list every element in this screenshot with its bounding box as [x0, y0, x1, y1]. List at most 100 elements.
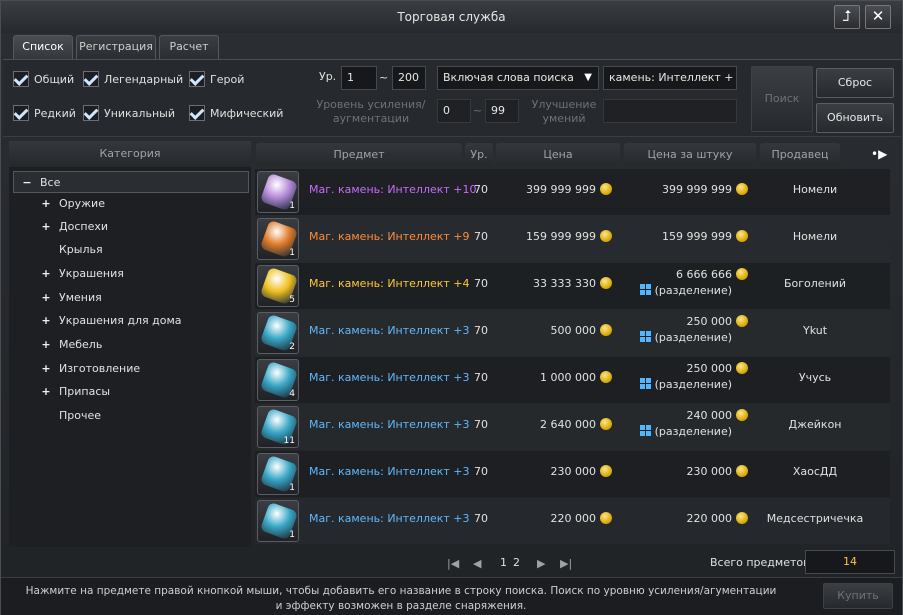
grade-legendary-checkbox[interactable]: Легендарный: [83, 71, 183, 87]
seller-name: Медсестричечка: [766, 512, 864, 525]
grade-label: Уникальный: [104, 106, 175, 120]
grade-hero-checkbox[interactable]: Герой: [189, 71, 244, 87]
search-button[interactable]: Поиск: [751, 66, 813, 132]
expand-icon: +: [41, 220, 51, 233]
item-thumbnail[interactable]: 5: [257, 265, 299, 307]
tab-registration[interactable]: Регистрация: [76, 35, 156, 59]
item-thumbnail[interactable]: 1: [257, 500, 299, 542]
table-row[interactable]: 1 Маг. камень: Интеллект +3 70 230 000 230 0…: [255, 451, 890, 497]
unit-price-cell: 250 000 (разделение): [639, 315, 748, 344]
total-items-value: 14: [805, 550, 895, 574]
column-level[interactable]: Ур.: [465, 143, 493, 167]
table-row[interactable]: 5 Маг. камень: Интеллект +4 70 33 333 330 6 …: [255, 263, 890, 309]
gold-coin-icon: [736, 465, 748, 477]
table-row[interactable]: 1 Маг. камень: Интеллект +10 70 399 999 999…: [255, 169, 890, 215]
item-quantity: 2: [289, 342, 295, 352]
level-max-input[interactable]: 200: [392, 66, 426, 90]
table-row[interactable]: 2 Маг. камень: Интеллект +3 70 500 000 250 0…: [255, 310, 890, 356]
column-seller[interactable]: Продавец: [760, 143, 840, 167]
refresh-button[interactable]: Обновить: [816, 103, 894, 133]
tab-list[interactable]: Список: [13, 35, 73, 59]
collapse-icon: −: [22, 176, 32, 189]
gold-coin-icon: [600, 512, 612, 524]
expand-icon: +: [41, 385, 51, 398]
unit-price: 250 000: [640, 362, 748, 375]
page-2[interactable]: 2: [513, 556, 520, 569]
search-mode-select[interactable]: Включая слова поиска ▼: [437, 66, 599, 90]
total-price: 159 999 999: [526, 230, 612, 243]
footer: Нажмите на предмете правой кнопкой мыши,…: [1, 577, 902, 615]
skill-upgrade-label: Улучшение умений: [531, 98, 597, 125]
category-armor[interactable]: + Доспехи: [13, 216, 249, 238]
titlebar: Торговая служба ⮥ ✕: [1, 1, 902, 33]
category-crafting[interactable]: + Изготовление: [13, 358, 249, 380]
grade-mythic-checkbox[interactable]: Мифический: [189, 105, 283, 121]
checkbox-icon: [83, 71, 99, 87]
category-supplies[interactable]: + Припасы: [13, 381, 249, 403]
gold-coin-icon: [736, 183, 748, 195]
page-1[interactable]: 1: [500, 556, 507, 569]
gold-coin-icon: [736, 315, 748, 327]
prev-page-icon[interactable]: ◀: [473, 557, 481, 570]
enhance-max-input[interactable]: 99: [485, 99, 519, 123]
scroll-right-icon[interactable]: •▶: [871, 147, 887, 161]
category-wings[interactable]: Крылья: [13, 239, 249, 261]
item-thumbnail[interactable]: 2: [257, 312, 299, 354]
table-row[interactable]: 1 Маг. камень: Интеллект +3 70 220 000 220 0…: [255, 498, 890, 544]
category-furniture[interactable]: + Мебель: [13, 334, 249, 356]
unit-price-value: 240 000: [686, 409, 733, 422]
split-icon: [639, 331, 651, 342]
seller-name: Боголений: [783, 277, 847, 290]
gold-coin-icon: [736, 409, 748, 421]
split-icon: [639, 378, 651, 389]
unit-price-value: 250 000: [686, 362, 733, 375]
level-min-input[interactable]: 1: [341, 66, 377, 90]
grade-common-checkbox[interactable]: Общий: [13, 71, 74, 87]
grade-label: Мифический: [210, 106, 284, 120]
gold-coin-icon: [600, 418, 612, 430]
price-value: 159 999 999: [526, 230, 596, 243]
reset-button[interactable]: Сброс: [816, 68, 894, 98]
buy-button[interactable]: Купить: [823, 583, 893, 609]
first-page-icon[interactable]: |◀: [447, 557, 459, 570]
item-quantity: 5: [289, 295, 295, 305]
table-row[interactable]: 1 Маг. камень: Интеллект +9 70 159 999 999 1…: [255, 216, 890, 262]
category-weapons[interactable]: + Оружие: [13, 193, 249, 215]
grade-label: Общий: [34, 72, 75, 86]
item-thumbnail[interactable]: 1: [257, 171, 299, 213]
item-thumbnail[interactable]: 4: [257, 359, 299, 401]
skill-upgrade-select[interactable]: [603, 99, 737, 123]
unit-price-value: 159 999 999: [662, 230, 732, 243]
item-thumbnail[interactable]: 1: [257, 218, 299, 260]
item-thumbnail[interactable]: 1: [257, 453, 299, 495]
item-level: 70: [474, 371, 488, 384]
table-row[interactable]: 4 Маг. камень: Интеллект +3 70 1 000 000 250…: [255, 357, 890, 403]
minimize-icon[interactable]: ⮥: [834, 5, 860, 29]
trade-service-window: Торговая служба ⮥ ✕ Список Регистрация Р…: [0, 0, 903, 615]
category-home-decor[interactable]: + Украшения для дома: [13, 310, 249, 332]
category-all[interactable]: − Все: [13, 171, 249, 193]
unit-price: 6 666 666: [640, 268, 748, 281]
gold-coin-icon: [600, 465, 612, 477]
gold-coin-icon: [736, 230, 748, 242]
split-icon: [639, 284, 651, 295]
column-price[interactable]: Цена: [496, 143, 620, 167]
column-unit-price[interactable]: Цена за штуку: [624, 143, 756, 167]
item-level: 70: [474, 230, 488, 243]
category-misc[interactable]: Прочее: [13, 405, 249, 427]
item-thumbnail[interactable]: 11: [257, 406, 299, 448]
category-accessories[interactable]: + Украшения: [13, 263, 249, 285]
search-input[interactable]: камень: Интеллект +: [603, 66, 737, 90]
category-skills[interactable]: + Умения: [13, 287, 249, 309]
enhance-min-input[interactable]: 0: [437, 99, 471, 123]
last-page-icon[interactable]: ▶|: [560, 557, 572, 570]
grade-unique-checkbox[interactable]: Уникальный: [83, 105, 175, 121]
column-item[interactable]: Предмет: [256, 143, 462, 167]
close-icon[interactable]: ✕: [865, 5, 891, 29]
table-row[interactable]: 11 Маг. камень: Интеллект +3 70 2 640 000 24…: [255, 404, 890, 450]
item-name: Маг. камень: Интеллект +10: [309, 183, 477, 196]
next-page-icon[interactable]: ▶: [537, 557, 545, 570]
category-header: Категория: [9, 141, 251, 167]
grade-rare-checkbox[interactable]: Редкий: [13, 105, 76, 121]
tab-settlement[interactable]: Расчет: [159, 35, 219, 59]
